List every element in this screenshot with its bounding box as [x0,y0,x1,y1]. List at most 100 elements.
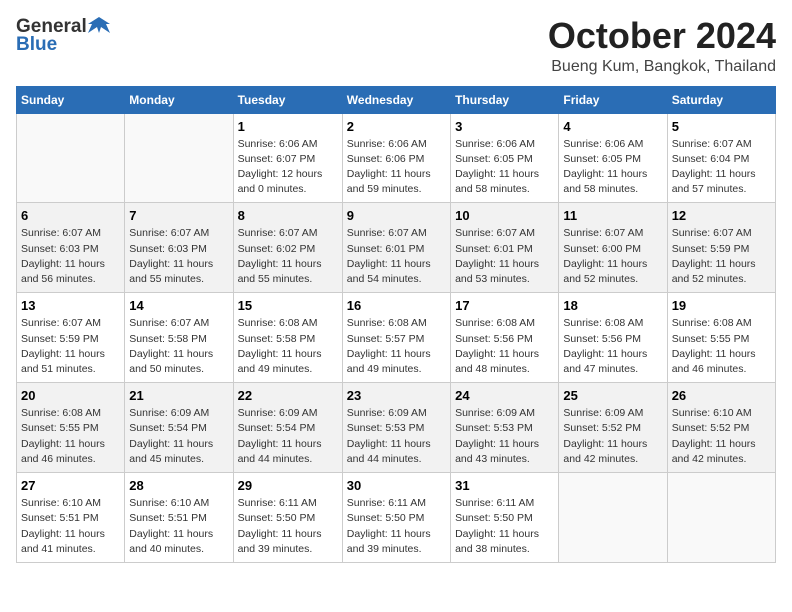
header-day: Sunday [17,86,125,113]
day-number: 6 [21,208,120,223]
day-info: Sunrise: 6:07 AMSunset: 6:00 PMDaylight:… [563,226,662,287]
calendar-cell: 30 Sunrise: 6:11 AMSunset: 5:50 PMDayligh… [342,473,450,563]
day-number: 21 [129,388,228,403]
calendar-cell: 25 Sunrise: 6:09 AMSunset: 5:52 PMDayligh… [559,383,667,473]
calendar-header: SundayMondayTuesdayWednesdayThursdayFrid… [17,86,776,113]
calendar-cell: 4 Sunrise: 6:06 AMSunset: 6:05 PMDaylight… [559,113,667,203]
day-info: Sunrise: 6:10 AMSunset: 5:52 PMDaylight:… [672,406,771,467]
day-info: Sunrise: 6:07 AMSunset: 6:01 PMDaylight:… [347,226,446,287]
day-number: 10 [455,208,554,223]
day-number: 30 [347,478,446,493]
day-info: Sunrise: 6:08 AMSunset: 5:56 PMDaylight:… [563,316,662,377]
day-number: 12 [672,208,771,223]
day-info: Sunrise: 6:07 AMSunset: 5:58 PMDaylight:… [129,316,228,377]
day-info: Sunrise: 6:07 AMSunset: 6:03 PMDaylight:… [21,226,120,287]
month-title: October 2024 [548,16,776,56]
calendar-cell: 18 Sunrise: 6:08 AMSunset: 5:56 PMDayligh… [559,293,667,383]
day-info: Sunrise: 6:11 AMSunset: 5:50 PMDaylight:… [238,496,338,557]
header-row: SundayMondayTuesdayWednesdayThursdayFrid… [17,86,776,113]
day-info: Sunrise: 6:07 AMSunset: 5:59 PMDaylight:… [672,226,771,287]
day-number: 31 [455,478,554,493]
day-info: Sunrise: 6:08 AMSunset: 5:55 PMDaylight:… [21,406,120,467]
calendar-cell: 22Sunrise: 6:09 AMSunset: 5:54 PMDayligh… [233,383,342,473]
calendar-cell: 16Sunrise: 6:08 AMSunset: 5:57 PMDayligh… [342,293,450,383]
calendar-cell: 3 Sunrise: 6:06 AMSunset: 6:05 PMDaylight… [451,113,559,203]
day-info: Sunrise: 6:09 AMSunset: 5:52 PMDaylight:… [563,406,662,467]
calendar-cell [667,473,775,563]
calendar-cell: 9 Sunrise: 6:07 AMSunset: 6:01 PMDaylight… [342,203,450,293]
calendar-cell: 26 Sunrise: 6:10 AMSunset: 5:52 PMDayligh… [667,383,775,473]
day-info: Sunrise: 6:11 AMSunset: 5:50 PMDaylight:… [455,496,554,557]
calendar-cell: 8 Sunrise: 6:07 AMSunset: 6:02 PMDaylight… [233,203,342,293]
day-number: 7 [129,208,228,223]
day-number: 11 [563,208,662,223]
day-info: Sunrise: 6:09 AMSunset: 5:54 PMDaylight:… [129,406,228,467]
day-number: 5 [672,119,771,134]
day-info: Sunrise: 6:07 AMSunset: 6:04 PMDaylight:… [672,137,771,198]
day-info: Sunrise: 6:07 AMSunset: 6:02 PMDaylight:… [238,226,338,287]
calendar-cell: 13Sunrise: 6:07 AMSunset: 5:59 PMDayligh… [17,293,125,383]
header-day: Monday [125,86,233,113]
day-info: Sunrise: 6:06 AMSunset: 6:06 PMDaylight:… [347,137,446,198]
calendar-cell: 5 Sunrise: 6:07 AMSunset: 6:04 PMDaylight… [667,113,775,203]
calendar-cell: 17 Sunrise: 6:08 AMSunset: 5:56 PMDayligh… [451,293,559,383]
day-number: 15 [238,298,338,313]
day-info: Sunrise: 6:10 AMSunset: 5:51 PMDaylight:… [21,496,120,557]
calendar-week: 6 Sunrise: 6:07 AMSunset: 6:03 PMDaylight… [17,203,776,293]
day-info: Sunrise: 6:07 AMSunset: 6:01 PMDaylight:… [455,226,554,287]
location-title: Bueng Kum, Bangkok, Thailand [548,58,776,76]
day-info: Sunrise: 6:10 AMSunset: 5:51 PMDaylight:… [129,496,228,557]
calendar-cell: 27 Sunrise: 6:10 AMSunset: 5:51 PMDayligh… [17,473,125,563]
day-number: 4 [563,119,662,134]
day-number: 1 [238,119,338,134]
day-number: 20 [21,388,120,403]
calendar-cell: 24 Sunrise: 6:09 AMSunset: 5:53 PMDayligh… [451,383,559,473]
calendar-cell [559,473,667,563]
day-number: 13 [21,298,120,313]
calendar-body: 1Sunrise: 6:06 AMSunset: 6:07 PMDaylight… [17,113,776,562]
day-number: 9 [347,208,446,223]
calendar-cell: 10 Sunrise: 6:07 AMSunset: 6:01 PMDayligh… [451,203,559,293]
day-number: 24 [455,388,554,403]
header-day: Thursday [451,86,559,113]
calendar-cell: 12 Sunrise: 6:07 AMSunset: 5:59 PMDayligh… [667,203,775,293]
calendar-cell: 15 Sunrise: 6:08 AMSunset: 5:58 PMDayligh… [233,293,342,383]
day-info: Sunrise: 6:09 AMSunset: 5:53 PMDaylight:… [347,406,446,467]
day-number: 3 [455,119,554,134]
day-number: 27 [21,478,120,493]
day-number: 2 [347,119,446,134]
calendar-cell: 28Sunrise: 6:10 AMSunset: 5:51 PMDayligh… [125,473,233,563]
day-number: 17 [455,298,554,313]
calendar-cell: 21 Sunrise: 6:09 AMSunset: 5:54 PMDayligh… [125,383,233,473]
day-info: Sunrise: 6:06 AMSunset: 6:05 PMDaylight:… [455,137,554,198]
day-info: Sunrise: 6:08 AMSunset: 5:56 PMDaylight:… [455,316,554,377]
day-number: 18 [563,298,662,313]
calendar-cell: 11 Sunrise: 6:07 AMSunset: 6:00 PMDayligh… [559,203,667,293]
logo-blue: Blue [16,34,57,56]
calendar-cell: 14Sunrise: 6:07 AMSunset: 5:58 PMDayligh… [125,293,233,383]
calendar-week: 13Sunrise: 6:07 AMSunset: 5:59 PMDayligh… [17,293,776,383]
day-number: 23 [347,388,446,403]
day-info: Sunrise: 6:11 AMSunset: 5:50 PMDaylight:… [347,496,446,557]
day-number: 8 [238,208,338,223]
calendar-cell: 2 Sunrise: 6:06 AMSunset: 6:06 PMDaylight… [342,113,450,203]
day-number: 19 [672,298,771,313]
calendar-cell: 7Sunrise: 6:07 AMSunset: 6:03 PMDaylight… [125,203,233,293]
day-info: Sunrise: 6:09 AMSunset: 5:53 PMDaylight:… [455,406,554,467]
calendar-cell: 20 Sunrise: 6:08 AMSunset: 5:55 PMDayligh… [17,383,125,473]
calendar-cell [17,113,125,203]
day-number: 22 [238,388,338,403]
header-day: Tuesday [233,86,342,113]
day-number: 26 [672,388,771,403]
day-number: 16 [347,298,446,313]
day-info: Sunrise: 6:06 AMSunset: 6:05 PMDaylight:… [563,137,662,198]
calendar-table: SundayMondayTuesdayWednesdayThursdayFrid… [16,86,776,563]
header-day: Friday [559,86,667,113]
day-number: 25 [563,388,662,403]
day-info: Sunrise: 6:08 AMSunset: 5:55 PMDaylight:… [672,316,771,377]
logo: General Blue [16,16,110,56]
header-day: Saturday [667,86,775,113]
day-info: Sunrise: 6:08 AMSunset: 5:58 PMDaylight:… [238,316,338,377]
header-day: Wednesday [342,86,450,113]
calendar-cell: 29Sunrise: 6:11 AMSunset: 5:50 PMDayligh… [233,473,342,563]
